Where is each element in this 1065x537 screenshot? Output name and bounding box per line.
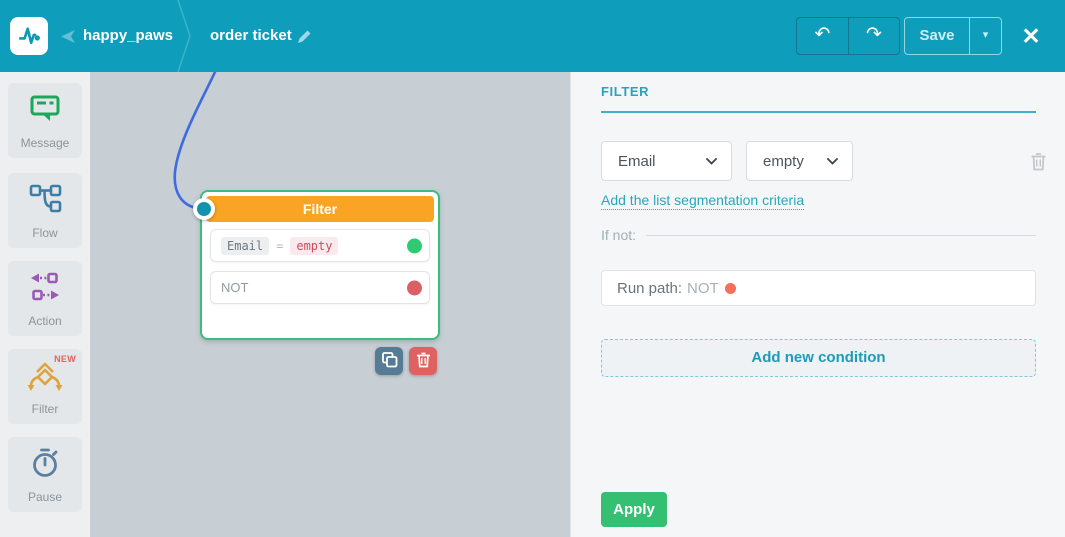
flow-branch-icon: [27, 182, 63, 221]
copy-icon: [381, 351, 398, 371]
sidebar-item-pause[interactable]: Pause: [8, 437, 82, 512]
condition-value-chip: empty: [290, 236, 339, 255]
success-output-port[interactable]: [407, 238, 422, 253]
run-path-port-dot: [724, 282, 736, 294]
save-group: Save ▾: [904, 17, 1002, 55]
redo-button[interactable]: ↷: [848, 18, 899, 54]
flow-canvas[interactable]: Filter Email = empty NOT: [90, 72, 570, 537]
divider-line: [646, 234, 1036, 236]
redo-icon: ↷: [866, 24, 882, 45]
if-not-label: If not:: [601, 227, 637, 243]
element-sidebar: Message Flow Action NEW Filter Pause: [0, 72, 90, 537]
fail-output-port[interactable]: [407, 280, 422, 295]
flow-name: order ticket: [210, 27, 292, 44]
sidebar-item-label: Action: [28, 314, 62, 328]
breadcrumb-project[interactable]: happy_paws: [83, 27, 173, 44]
condition-field-value: Email: [618, 152, 656, 170]
chevron-down-icon: ▾: [982, 29, 989, 41]
filter-settings-panel: FILTER Email empty Add the list segmenta…: [570, 72, 1065, 537]
stopwatch-icon: [28, 446, 62, 485]
breadcrumb-chevron-icon: [176, 0, 192, 77]
run-path-value: NOT: [687, 279, 719, 297]
trash-icon: [416, 352, 431, 371]
undo-redo-group: ↶ ↷: [796, 17, 900, 55]
delete-node-button[interactable]: [409, 347, 437, 375]
copy-node-button[interactable]: [375, 347, 403, 375]
sidebar-item-message[interactable]: Message: [8, 83, 82, 158]
node-input-port[interactable]: [193, 198, 215, 220]
close-icon: ✕: [1021, 23, 1041, 49]
condition-operator-value: empty: [763, 152, 804, 170]
message-bubble-icon: [27, 92, 63, 131]
chevron-down-icon: [706, 152, 717, 170]
save-button[interactable]: Save: [905, 18, 969, 54]
sidebar-item-action[interactable]: Action: [8, 261, 82, 336]
delete-condition-icon[interactable]: [1030, 152, 1047, 176]
apply-button[interactable]: Apply: [601, 492, 667, 527]
sidebar-item-label: Pause: [27, 490, 63, 504]
condition-field-select[interactable]: Email: [601, 141, 732, 181]
segmentation-criteria-link[interactable]: Add the list segmentation criteria: [601, 192, 805, 210]
app-logo[interactable]: [10, 17, 48, 55]
else-label: NOT: [221, 280, 249, 295]
sidebar-item-filter[interactable]: NEW Filter: [8, 349, 82, 424]
back-arrow-icon[interactable]: [61, 30, 75, 43]
condition-field-chip: Email: [221, 236, 270, 255]
action-arrows-icon: [27, 270, 63, 309]
sidebar-item-label: Message: [20, 136, 70, 150]
filter-node-title[interactable]: Filter: [206, 196, 434, 222]
pulse-logo-icon: [15, 20, 43, 53]
edit-pencil-icon[interactable]: [296, 28, 313, 50]
top-bar: happy_paws order ticket ↶ ↷ Save ▾ ✕: [0, 0, 1065, 73]
run-path-prefix: Run path:: [617, 279, 683, 297]
sidebar-item-flow[interactable]: Flow: [8, 173, 82, 248]
condition-operator: =: [276, 238, 284, 253]
chevron-down-icon: [827, 152, 838, 170]
undo-button[interactable]: ↶: [797, 18, 848, 54]
node-else-row[interactable]: NOT: [210, 271, 430, 304]
node-condition-row[interactable]: Email = empty: [210, 229, 430, 262]
panel-title-rule: [601, 111, 1036, 113]
sidebar-item-label: Filter: [31, 402, 59, 416]
save-dropdown-button[interactable]: ▾: [969, 18, 1001, 54]
run-path-field[interactable]: Run path: NOT: [601, 270, 1036, 306]
add-new-condition-button[interactable]: Add new condition: [601, 339, 1036, 377]
close-button[interactable]: ✕: [1016, 22, 1046, 52]
if-not-divider: If not:: [601, 227, 1036, 243]
filter-diamond-icon: [25, 362, 65, 399]
undo-icon: ↶: [814, 24, 831, 45]
condition-operator-select[interactable]: empty: [746, 141, 853, 181]
panel-title: FILTER: [601, 84, 650, 99]
filter-node[interactable]: Filter Email = empty NOT: [200, 190, 440, 340]
sidebar-item-label: Flow: [32, 226, 58, 240]
